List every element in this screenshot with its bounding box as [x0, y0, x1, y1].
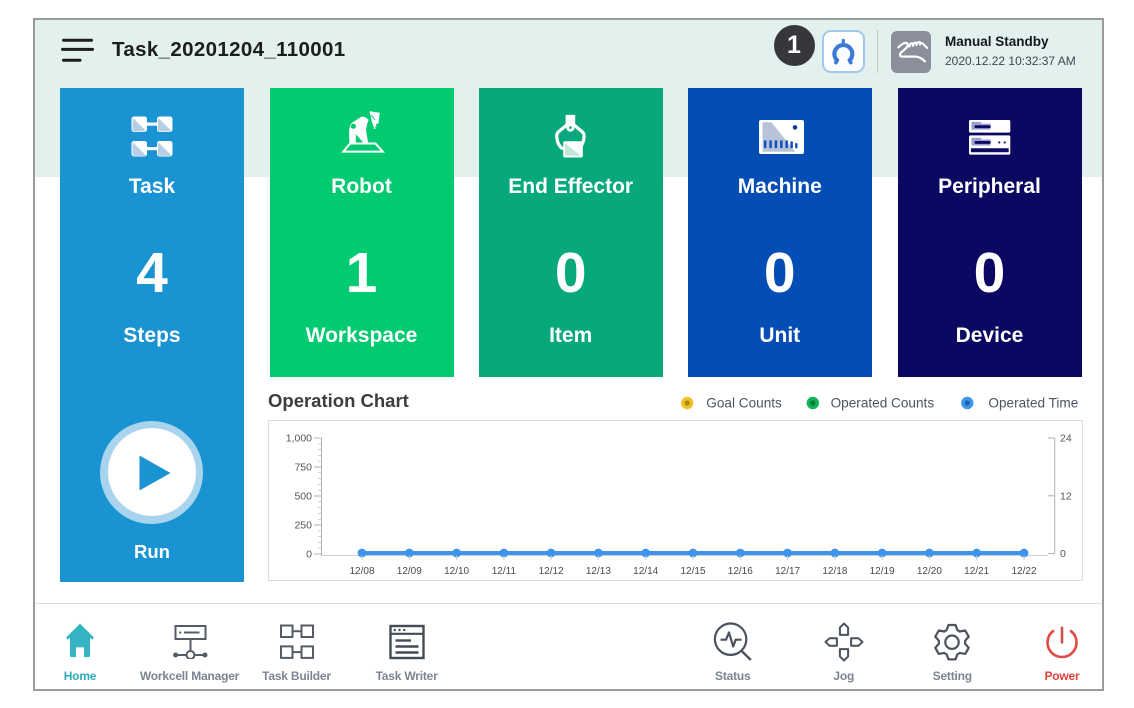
svg-text:12/11: 12/11	[492, 566, 517, 577]
svg-text:12/17: 12/17	[775, 566, 800, 577]
svg-text:12/22: 12/22	[1011, 566, 1036, 577]
svg-text:250: 250	[294, 520, 312, 532]
svg-text:Goal Counts: Goal Counts	[706, 396, 782, 411]
svg-text:0: 0	[1060, 548, 1066, 560]
svg-text:Operated Time: Operated Time	[988, 396, 1078, 411]
svg-text:12/20: 12/20	[917, 566, 942, 577]
svg-text:12/18: 12/18	[822, 566, 847, 577]
svg-text:12: 12	[1060, 490, 1072, 502]
svg-text:750: 750	[294, 462, 312, 474]
svg-text:12/16: 12/16	[728, 566, 753, 577]
svg-text:500: 500	[294, 491, 312, 503]
svg-text:24: 24	[1060, 433, 1072, 445]
svg-text:1,000: 1,000	[286, 433, 312, 445]
svg-text:12/13: 12/13	[586, 566, 611, 577]
svg-text:12/12: 12/12	[539, 566, 564, 577]
svg-text:12/19: 12/19	[870, 566, 895, 577]
svg-text:12/21: 12/21	[964, 566, 989, 577]
svg-text:12/15: 12/15	[680, 566, 705, 577]
svg-text:12/10: 12/10	[444, 566, 469, 577]
svg-text:12/09: 12/09	[397, 566, 422, 577]
svg-text:12/14: 12/14	[633, 566, 658, 577]
svg-text:Operated Counts: Operated Counts	[831, 396, 935, 411]
svg-text:12/08: 12/08	[349, 566, 374, 577]
svg-text:0: 0	[306, 549, 312, 561]
